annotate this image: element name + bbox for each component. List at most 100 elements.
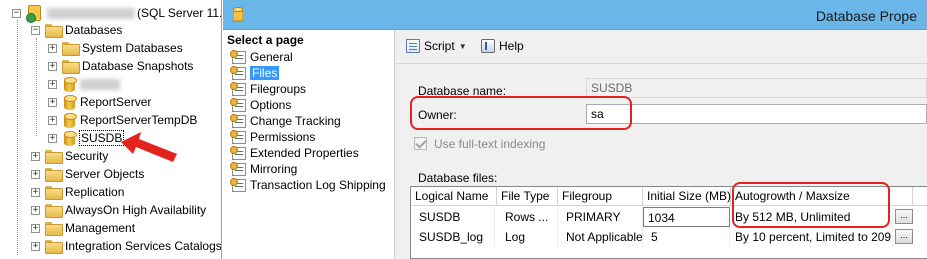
database-icon xyxy=(233,7,243,22)
page-icon xyxy=(230,129,246,144)
expand-icon[interactable]: + xyxy=(48,97,57,107)
expand-icon[interactable]: + xyxy=(48,115,57,125)
tree-item-reportserver[interactable]: + ReportServer xyxy=(48,93,151,111)
page-item-general[interactable]: General xyxy=(230,49,293,65)
expand-icon[interactable]: + xyxy=(31,151,40,161)
script-label: Script xyxy=(424,39,455,53)
expand-icon[interactable]: + xyxy=(48,133,57,143)
page-item-label: Change Tracking xyxy=(250,114,341,128)
folder-icon xyxy=(45,204,63,218)
cell-filegroup[interactable]: PRIMARY xyxy=(562,207,643,227)
page-item-files[interactable]: Files xyxy=(230,65,280,81)
expand-icon[interactable]: + xyxy=(48,79,57,89)
cell-file-type[interactable]: Rows ... xyxy=(501,207,558,227)
page-item-label: Permissions xyxy=(250,130,316,144)
expand-icon[interactable]: + xyxy=(31,241,40,251)
tree-item-security[interactable]: + Security xyxy=(31,147,108,165)
database-icon xyxy=(64,94,77,110)
database-name-field: SUSDB xyxy=(586,78,927,98)
tree-item-redacted-db[interactable]: + xyxy=(48,75,120,93)
fulltext-checkbox[interactable] xyxy=(414,137,427,150)
tree-item-management[interactable]: + Management xyxy=(31,219,135,237)
server-version-label: (SQL Server 11.0.5 xyxy=(137,6,222,20)
red-arrow-annotation xyxy=(121,132,177,162)
script-button[interactable]: Script ▼ xyxy=(406,38,467,54)
tree-item-replication[interactable]: + Replication xyxy=(31,183,124,201)
page-item-label: Mirroring xyxy=(250,162,298,176)
database-name-label: Database name: xyxy=(418,84,507,98)
database-properties-dialog: Database Prope Select a page General Fil… xyxy=(223,0,927,259)
page-item-transaction-log-shipping[interactable]: Transaction Log Shipping xyxy=(230,177,386,193)
page-icon xyxy=(230,49,246,64)
folder-icon xyxy=(45,168,63,182)
page-icon xyxy=(230,65,246,80)
expand-icon[interactable]: + xyxy=(48,61,57,71)
page-icon xyxy=(230,177,246,192)
page-item-label: Files xyxy=(250,66,280,80)
page-item-options[interactable]: Options xyxy=(230,97,292,113)
expand-icon[interactable]: + xyxy=(48,43,57,53)
cell-initial-size[interactable]: 1034 xyxy=(643,207,730,227)
owner-label: Owner: xyxy=(418,108,457,122)
database-icon xyxy=(64,130,77,146)
files-page-content: Script ▼ Help Database name: SUSDB Owner… xyxy=(396,30,927,259)
tree-item-database-snapshots[interactable]: + Database Snapshots xyxy=(48,57,193,75)
folder-icon xyxy=(45,24,63,38)
page-item-change-tracking[interactable]: Change Tracking xyxy=(230,113,341,129)
expand-icon[interactable]: + xyxy=(31,169,40,179)
cell-logical-name[interactable]: SUSDB_log xyxy=(415,227,495,247)
server-node[interactable]: − (SQL Server 11.0.5 xyxy=(12,4,222,23)
folder-icon xyxy=(62,42,80,56)
tree-item-label: AlwaysOn High Availability xyxy=(65,203,207,217)
cell-file-type[interactable]: Log xyxy=(501,227,558,247)
tree-item-integration-services[interactable]: + Integration Services Catalogs xyxy=(31,237,221,255)
expand-icon[interactable]: + xyxy=(31,223,40,233)
tree-item-susdb[interactable]: + SUSDB xyxy=(48,129,125,147)
tree-item-alwayson[interactable]: + AlwaysOn High Availability xyxy=(31,201,206,219)
tree-item-label: ReportServerTempDB xyxy=(80,113,198,127)
expand-icon[interactable]: + xyxy=(31,205,40,215)
column-header-logical-name[interactable]: Logical Name xyxy=(411,187,497,206)
page-item-label: Filegroups xyxy=(250,82,307,96)
page-item-label: General xyxy=(250,50,293,64)
page-item-filegroups[interactable]: Filegroups xyxy=(230,81,307,97)
dialog-titlebar[interactable]: Database Prope xyxy=(223,0,927,30)
column-header-extra xyxy=(913,187,927,206)
help-button[interactable]: Help xyxy=(481,38,524,54)
tree-item-label: ReportServer xyxy=(80,95,152,109)
owner-field[interactable]: sa xyxy=(586,104,927,124)
column-header-filegroup[interactable]: Filegroup xyxy=(558,187,643,206)
tree-item-label: Management xyxy=(65,221,136,235)
tree-item-label: Database Snapshots xyxy=(82,59,194,73)
column-header-initial-size[interactable]: Initial Size (MB) xyxy=(643,187,731,206)
page-item-mirroring[interactable]: Mirroring xyxy=(230,161,298,177)
tree-item-reportservertempdb[interactable]: + ReportServerTempDB xyxy=(48,111,197,129)
autogrowth-edit-button[interactable]: ... xyxy=(895,209,913,224)
tree-item-system-databases[interactable]: + System Databases xyxy=(48,39,183,57)
server-icon xyxy=(26,5,41,23)
help-label: Help xyxy=(499,39,524,53)
autogrowth-edit-button[interactable]: ... xyxy=(895,229,913,244)
tree-item-label: Security xyxy=(65,149,109,163)
page-icon xyxy=(230,113,246,128)
page-item-label: Options xyxy=(250,98,292,112)
database-icon xyxy=(64,76,77,92)
cell-filegroup[interactable]: Not Applicable xyxy=(562,227,643,247)
page-icon xyxy=(230,81,246,96)
database-files-label: Database files: xyxy=(418,171,498,185)
column-header-autogrowth[interactable]: Autogrowth / Maxsize xyxy=(731,187,913,206)
folder-icon xyxy=(45,186,63,200)
column-header-file-type[interactable]: File Type xyxy=(497,187,558,206)
tree-item-databases[interactable]: − Databases xyxy=(31,21,122,39)
page-item-permissions[interactable]: Permissions xyxy=(230,129,316,145)
collapse-icon[interactable]: − xyxy=(31,25,40,35)
dialog-title: Database Prope xyxy=(815,8,917,24)
redacted-database-name xyxy=(80,78,120,90)
page-item-extended-properties[interactable]: Extended Properties xyxy=(230,145,359,161)
pages-header: Select a page xyxy=(227,33,304,47)
expand-icon[interactable]: + xyxy=(31,187,40,197)
collapse-icon[interactable]: − xyxy=(12,8,21,18)
cell-logical-name[interactable]: SUSDB xyxy=(415,207,495,227)
tree-item-label: System Databases xyxy=(82,41,183,55)
cell-initial-size[interactable]: 5 xyxy=(647,227,730,247)
